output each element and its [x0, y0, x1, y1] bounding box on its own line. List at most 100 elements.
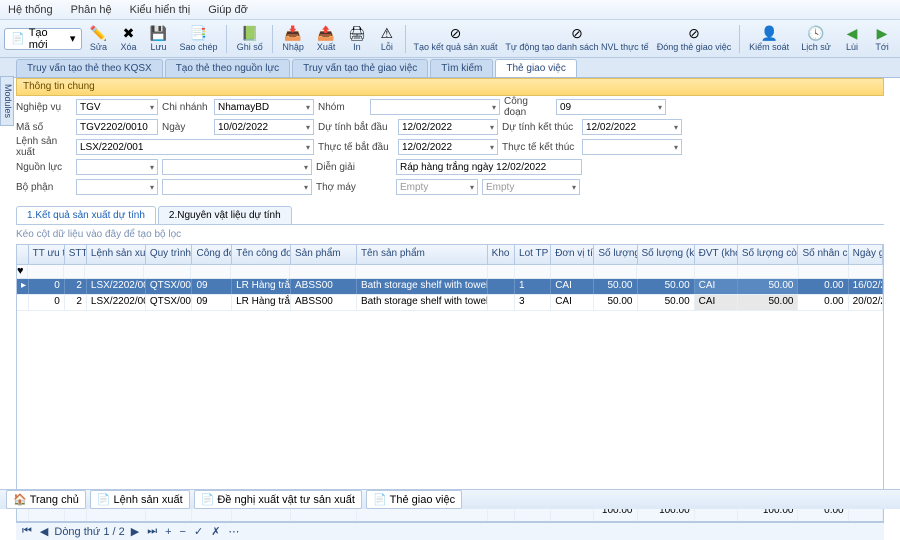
save-button[interactable]: 💾Lưu [145, 22, 173, 56]
col-kho[interactable]: Kho [488, 245, 515, 264]
col-soluongkho[interactable]: Số lượng (kho) [638, 245, 695, 264]
bophan-field-2[interactable] [162, 179, 312, 195]
label-dutinhketthuc: Dự tính kết thúc [502, 122, 578, 133]
delete-button[interactable]: ✖Xóa [115, 22, 143, 56]
nguonluc-field-2[interactable] [162, 159, 312, 175]
doc-icon: 📄 [373, 493, 387, 506]
col-ngay[interactable]: Ngày gi [849, 245, 883, 264]
pager-prev[interactable]: ◀ [38, 525, 50, 538]
ngay-field[interactable]: 10/02/2022 [214, 119, 314, 135]
col-soluongconlai[interactable]: Số lượng còn lại [738, 245, 799, 264]
create-new-dropdown[interactable]: 📄 Tạo mới ▾ [4, 28, 82, 50]
pager-more[interactable]: ⋯ [226, 525, 241, 538]
grid-header: TT ưu tiên STT Lệnh sản xuất Quy trình S… [17, 245, 883, 265]
status-thegiaoviec[interactable]: 📄Thẻ giao việc [366, 490, 462, 509]
col-congdoan[interactable]: Công đoạn [192, 245, 232, 264]
dutinhbatdau-field[interactable]: 12/02/2022 [398, 119, 498, 135]
congdoan-field[interactable]: 09 [556, 99, 666, 115]
lenhsanxuat-field[interactable]: LSX/2202/001 [76, 139, 314, 155]
nhom-field[interactable] [370, 99, 500, 115]
modules-side-tab[interactable]: Modules [0, 76, 14, 126]
col-quytrinh[interactable]: Quy trình SX [146, 245, 193, 264]
col-sonhancong[interactable]: Số nhân công [798, 245, 848, 264]
pager-first[interactable]: ⏮ [20, 525, 34, 538]
pager-text: Dòng thứ 1 / 2 [54, 526, 124, 538]
label-nhom: Nhóm [318, 102, 366, 113]
pager: ⏮ ◀ Dòng thứ 1 / 2 ▶ ⏭ + − ✓ ✗ ⋯ [16, 522, 884, 540]
col-sanpham[interactable]: Sản phẩm [291, 245, 357, 264]
table-row[interactable]: ▸ 0 2 LSX/2202/001 QTSX/004 09 LR Hàng t… [17, 279, 883, 295]
nguonluc-field[interactable] [76, 159, 158, 175]
back-button[interactable]: ◀Lùi [838, 22, 866, 56]
pager-add[interactable]: + [163, 526, 173, 538]
label-thuctebatdau: Thực tế bắt đầu [318, 142, 394, 153]
import-button[interactable]: 📥Nhập [277, 22, 309, 56]
thucteketthuc-field[interactable] [582, 139, 682, 155]
label-chinhanh: Chi nhánh [162, 102, 210, 113]
col-stt[interactable]: STT [65, 245, 87, 264]
col-lenhsx[interactable]: Lệnh sản xuất [87, 245, 146, 264]
arrow-left-icon: ◀ [844, 25, 860, 41]
statusbar: 🏠Trang chủ 📄Lệnh sản xuất 📄Đề nghị xuất … [0, 489, 900, 509]
col-donvitinh[interactable]: Đơn vị tính [551, 245, 594, 264]
pager-remove[interactable]: − [178, 526, 188, 538]
status-lenhsanxuat[interactable]: 📄Lệnh sản xuất [90, 490, 190, 509]
pager-check[interactable]: ✓ [192, 525, 205, 538]
table-row[interactable]: 0 2 LSX/2202/001 QTSX/004 09 LR Hàng trắ… [17, 295, 883, 311]
dutinhketthuc-field[interactable]: 12/02/2022 [582, 119, 682, 135]
x-icon: ✖ [121, 25, 137, 41]
forward-button[interactable]: ▶Tới [868, 22, 896, 56]
diengiai-field[interactable]: Ráp hàng trắng ngày 12/02/2022 [396, 159, 582, 175]
history-button[interactable]: 🕓Lịch sử [796, 22, 836, 56]
pager-last[interactable]: ⏭ [145, 525, 159, 538]
control-button[interactable]: 👤Kiểm soát [744, 22, 794, 56]
subtab-nvl[interactable]: 2.Nguyên vật liệu dự tính [158, 206, 292, 224]
auto-nvl-button[interactable]: ⊘Tự động tạo danh sách NVL thực tế [503, 22, 651, 56]
col-lottp[interactable]: Lot TP [515, 245, 551, 264]
tab-kqsx[interactable]: Truy vấn tạo thẻ theo KQSX [16, 59, 163, 77]
tab-truy-van-the[interactable]: Truy vấn tạo thẻ giao việc [292, 59, 428, 77]
copy-button[interactable]: 📑Sao chép [175, 22, 223, 56]
label-maso: Mã số [16, 122, 72, 133]
label-lenhsanxuat: Lệnh sản xuất [16, 136, 72, 158]
section-header: Thông tin chung [16, 78, 884, 96]
label-nghiepvu: Nghiệp vụ [16, 102, 72, 113]
tab-timkiem[interactable]: Tìm kiếm [430, 59, 493, 77]
create-result-button[interactable]: ⊘Tạo kết quả sản xuất [410, 22, 501, 56]
col-tensanpham[interactable]: Tên sản phẩm [357, 245, 488, 264]
pager-cancel[interactable]: ✗ [209, 525, 222, 538]
doc-tabs: Truy vấn tạo thẻ theo KQSX Tạo thẻ theo … [0, 58, 900, 78]
status-trangchu[interactable]: 🏠Trang chủ [6, 490, 86, 509]
export-button[interactable]: 📤Xuất [311, 22, 341, 56]
bophan-field[interactable] [76, 179, 158, 195]
col-dvtkho[interactable]: ĐVT (kho) [695, 245, 738, 264]
error-button[interactable]: ⚠Lỗi [373, 22, 401, 56]
tab-nguonluc[interactable]: Tạo thẻ theo nguồn lực [165, 59, 290, 77]
thuctebatdau-field[interactable]: 12/02/2022 [398, 139, 498, 155]
clock-icon: 🕓 [808, 25, 824, 41]
thomay-field-1[interactable]: Empty [396, 179, 478, 195]
col-ttuutien[interactable]: TT ưu tiên [29, 245, 65, 264]
menu-giupdo[interactable]: Giúp đỡ [208, 4, 248, 16]
tab-thegiaoviec[interactable]: Thẻ giao việc [495, 59, 576, 77]
thomay-field-2[interactable]: Empty [482, 179, 580, 195]
print-button[interactable]: 🖨In [343, 22, 371, 56]
maso-field[interactable]: TGV2202/0010 [76, 119, 158, 135]
new-icon: 📄 [11, 32, 25, 45]
chinhanh-field[interactable]: NhamayBD [214, 99, 314, 115]
col-soluong[interactable]: Số lượng [594, 245, 637, 264]
menu-hethong[interactable]: Hệ thống [8, 4, 53, 16]
record-button[interactable]: 📗Ghi số [231, 22, 268, 56]
menu-kieuhienthi[interactable]: Kiểu hiển thị [130, 4, 191, 16]
menu-phanhe[interactable]: Phân hệ [71, 4, 112, 16]
pager-next[interactable]: ▶ [129, 525, 141, 538]
col-tencongdoan[interactable]: Tên công đoạn [232, 245, 291, 264]
status-denghi[interactable]: 📄Đề nghị xuất vật tư sản xuất [194, 490, 362, 509]
grid-filter-row[interactable]: ♥ [17, 265, 883, 279]
subtab-kqsx[interactable]: 1.Kết quả sản xuất dự tính [16, 206, 156, 224]
nghiepvu-field[interactable]: TGV [76, 99, 158, 115]
menubar: Hệ thống Phân hệ Kiểu hiển thị Giúp đỡ [0, 0, 900, 20]
edit-button[interactable]: ✏️Sửa [84, 22, 112, 56]
close-card-button[interactable]: ⊘Đóng thẻ giao việc [653, 22, 736, 56]
doc-icon: 📄 [97, 493, 111, 506]
